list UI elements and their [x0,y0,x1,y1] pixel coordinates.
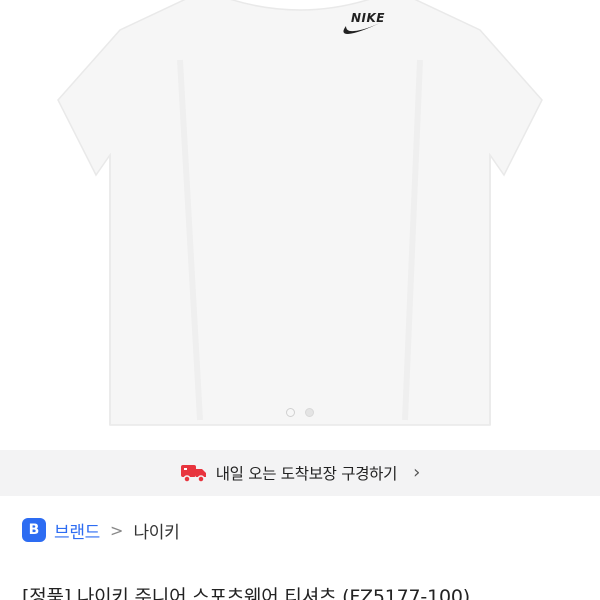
breadcrumb-separator: > [110,520,124,540]
carousel-dot-1[interactable] [286,408,295,417]
product-detail-page: NIKE 내일 오는 도착보장 구경하기 › B 브랜드 > 나이키 [정품] … [0,0,600,600]
delivery-guarantee-banner[interactable]: 내일 오는 도착보장 구경하기 › [0,450,600,496]
tshirt-image: NIKE [57,0,543,426]
product-title: [정품] 나이키 주니어 스포츠웨어 티셔츠 (FZ5177-100) [22,586,470,600]
banner-text: 내일 오는 도착보장 구경하기 [215,465,398,483]
product-image-gallery[interactable]: NIKE [0,0,600,440]
brand-badge-icon: B [22,518,46,542]
delivery-truck-icon [180,465,206,483]
svg-text:NIKE: NIKE [351,11,385,25]
brand-name-link[interactable]: 나이키 [133,518,179,543]
carousel-dot-2[interactable] [305,408,314,417]
chevron-right-icon: › [413,462,421,483]
carousel-indicator [0,408,600,417]
brand-breadcrumb[interactable]: B 브랜드 > 나이키 [22,516,180,544]
brand-label[interactable]: 브랜드 [54,518,100,543]
